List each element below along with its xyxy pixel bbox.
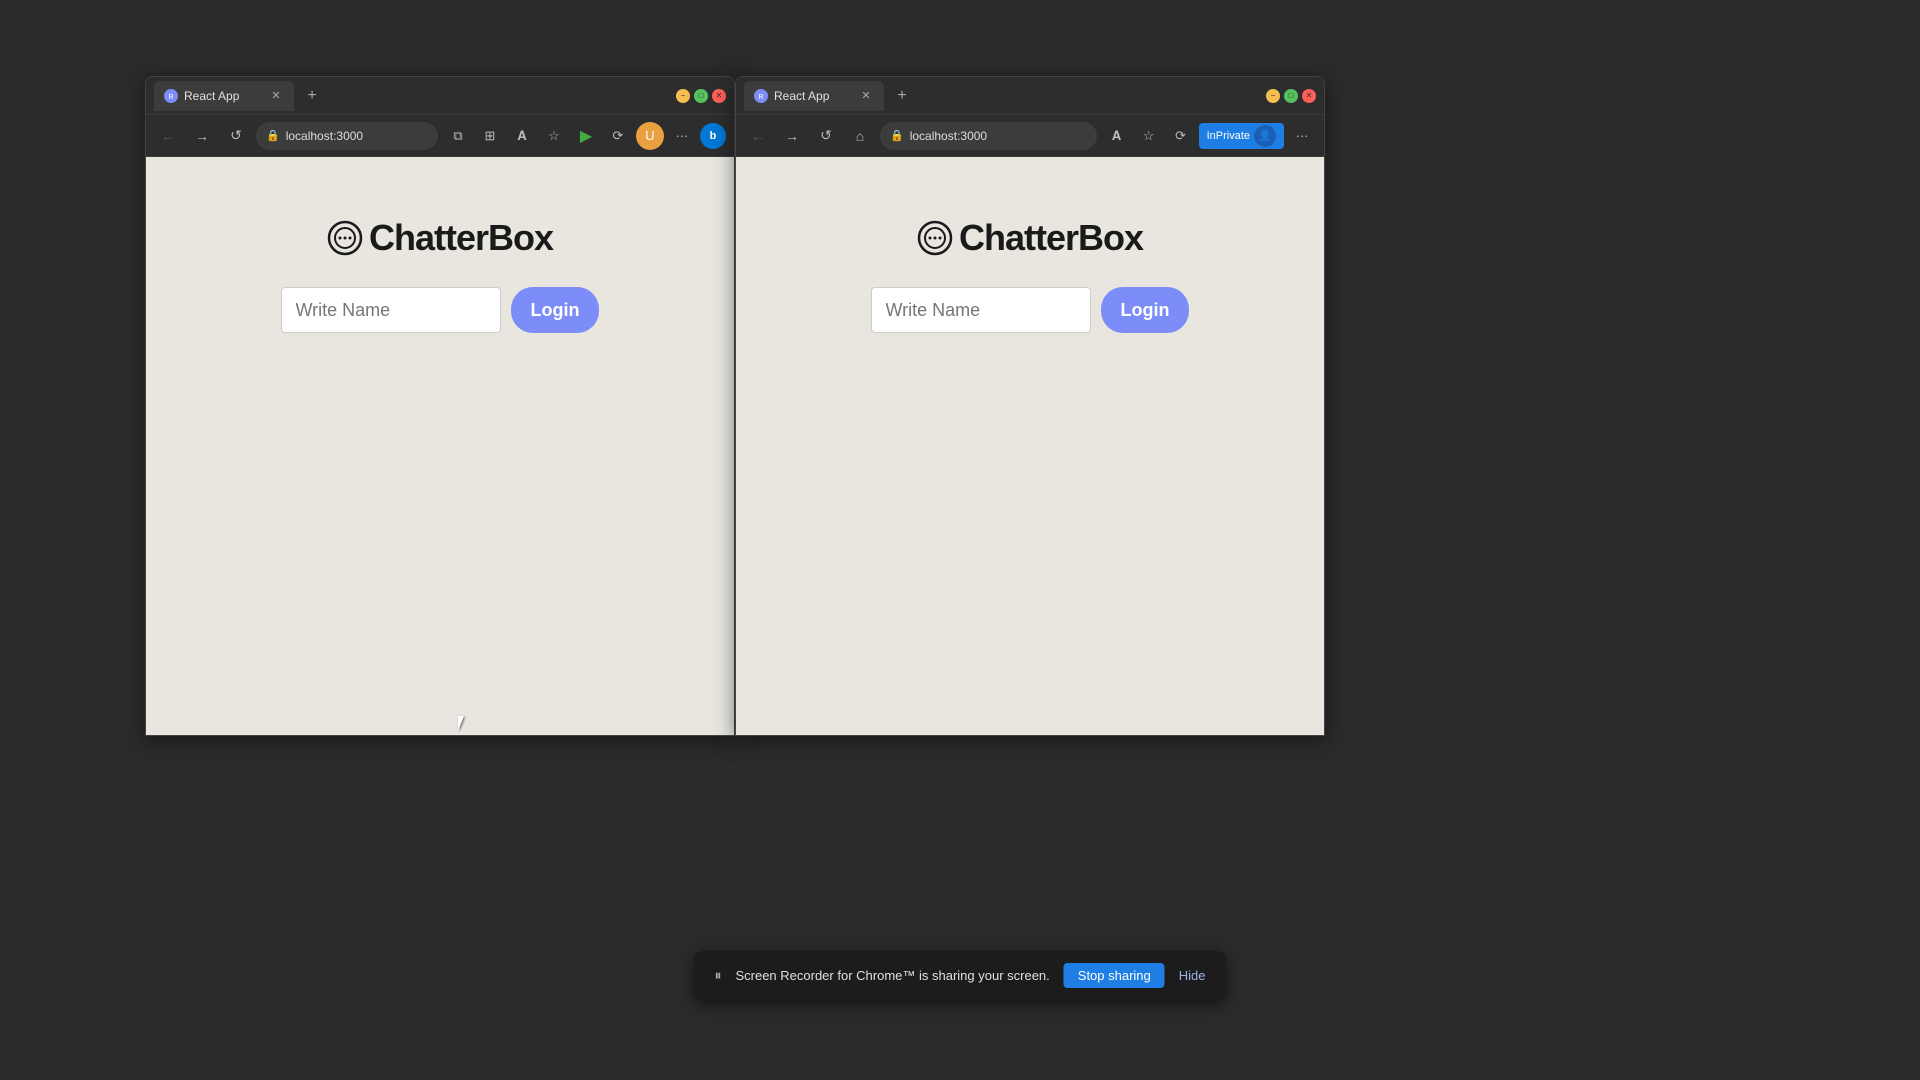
refresh2-icon[interactable]: ⟳ (604, 122, 632, 150)
maximize-btn-right[interactable]: □ (1284, 89, 1298, 103)
refresh-btn-right[interactable]: ↺ (812, 122, 840, 150)
address-bar-right[interactable]: 🔒 localhost:3000 (880, 122, 1097, 150)
close-btn-left[interactable]: ✕ (712, 89, 726, 103)
address-bar-left[interactable]: 🔒 localhost:3000 (256, 122, 438, 150)
window-controls-left: − □ ✕ (676, 89, 726, 103)
read2-icon[interactable]: 𝐀 (1103, 122, 1131, 150)
forward-btn-right[interactable]: → (778, 122, 806, 150)
more-btn-left[interactable]: ··· (668, 122, 696, 150)
split-icon[interactable]: ⧉ (444, 122, 472, 150)
lock-icon-right: 🔒 (890, 129, 904, 142)
read-icon[interactable]: 𝐀 (508, 122, 536, 150)
minimize-btn-left[interactable]: − (676, 89, 690, 103)
login-button-left[interactable]: Login (511, 287, 600, 333)
tab-icon-right: R (754, 89, 768, 103)
more-btn-right[interactable]: ··· (1288, 122, 1316, 150)
inprivate-label: InPrivate (1207, 130, 1250, 142)
name-input-right[interactable] (871, 287, 1091, 333)
fav-icon[interactable]: ☆ (540, 122, 568, 150)
sync-icon[interactable]: ⟳ (1167, 122, 1195, 150)
apps-icon[interactable]: ⊞ (476, 122, 504, 150)
browser-window-right: R React App ✕ + − □ ✕ ← → ↺ ⌂ 🔒 localhos… (735, 76, 1325, 736)
profile-icon-right: 👤 (1254, 125, 1276, 147)
new-tab-btn-left[interactable]: + (298, 82, 326, 110)
close-btn-right[interactable]: ✕ (1302, 89, 1316, 103)
back-btn-left[interactable]: ← (154, 122, 182, 150)
refresh-btn-left[interactable]: ↺ (222, 122, 250, 150)
nav-bar-right: ← → ↺ ⌂ 🔒 localhost:3000 𝐀 ☆ ⟳ InPrivate… (736, 115, 1324, 157)
nav-tools-right: 𝐀 ☆ ⟳ InPrivate 👤 ··· (1103, 122, 1316, 150)
minimize-btn-right[interactable]: − (1266, 89, 1280, 103)
app-content-right: ChatterBox Login (736, 157, 1324, 735)
app-title-left: ChatterBox (327, 217, 553, 259)
title-bar-left: R React App ✕ + − □ ✕ (146, 77, 734, 115)
screen: R React App ✕ + − □ ✕ ← → ↺ 🔒 localhost:… (0, 0, 1920, 1080)
tab-close-left[interactable]: ✕ (268, 88, 284, 104)
login-form-left: Login (281, 287, 600, 333)
maximize-btn-left[interactable]: □ (694, 89, 708, 103)
profile-icon[interactable]: U (636, 122, 664, 150)
tab-close-right[interactable]: ✕ (858, 88, 874, 104)
back-btn-right[interactable]: ← (744, 122, 772, 150)
svg-text:R: R (168, 94, 173, 101)
tab-label-left: React App (184, 89, 239, 103)
browser-window-left: R React App ✕ + − □ ✕ ← → ↺ 🔒 localhost:… (145, 76, 735, 736)
bing-icon[interactable]: b (700, 123, 726, 149)
fav2-icon[interactable]: ☆ (1135, 122, 1163, 150)
nav-bar-left: ← → ↺ 🔒 localhost:3000 ⧉ ⊞ 𝐀 ☆ ▶ ⟳ U ···… (146, 115, 734, 157)
chatterbox-logo-right (917, 220, 953, 256)
tab-label-right: React App (774, 89, 829, 103)
app-title-right: ChatterBox (917, 217, 1143, 259)
forward-btn-left[interactable]: → (188, 122, 216, 150)
tab-left[interactable]: R React App ✕ (154, 81, 294, 111)
tab-right[interactable]: R React App ✕ (744, 81, 884, 111)
share-message: Screen Recorder for Chrome™ is sharing y… (735, 968, 1049, 983)
hide-button[interactable]: Hide (1179, 968, 1206, 983)
media-icon[interactable]: ▶ (572, 122, 600, 150)
login-button-right[interactable]: Login (1101, 287, 1190, 333)
inprivate-badge[interactable]: InPrivate 👤 (1199, 123, 1284, 149)
window-controls-right: − □ ✕ (1266, 89, 1316, 103)
name-input-left[interactable] (281, 287, 501, 333)
home-btn-right[interactable]: ⌂ (846, 122, 874, 150)
chatterbox-logo-left (327, 220, 363, 256)
url-right: localhost:3000 (910, 129, 987, 143)
svg-text:R: R (758, 94, 763, 101)
pause-icon: ⏸ (714, 967, 721, 984)
url-left: localhost:3000 (286, 129, 363, 143)
lock-icon-left: 🔒 (266, 129, 280, 142)
app-content-left: ChatterBox Login (146, 157, 734, 735)
login-form-right: Login (871, 287, 1190, 333)
new-tab-btn-right[interactable]: + (888, 82, 916, 110)
stop-sharing-button[interactable]: Stop sharing (1064, 963, 1165, 988)
tab-icon-left: R (164, 89, 178, 103)
nav-tools-left: ⧉ ⊞ 𝐀 ☆ ▶ ⟳ U ··· b (444, 122, 726, 150)
screen-share-notification: ⏸ Screen Recorder for Chrome™ is sharing… (694, 951, 1225, 1000)
title-bar-right: R React App ✕ + − □ ✕ (736, 77, 1324, 115)
